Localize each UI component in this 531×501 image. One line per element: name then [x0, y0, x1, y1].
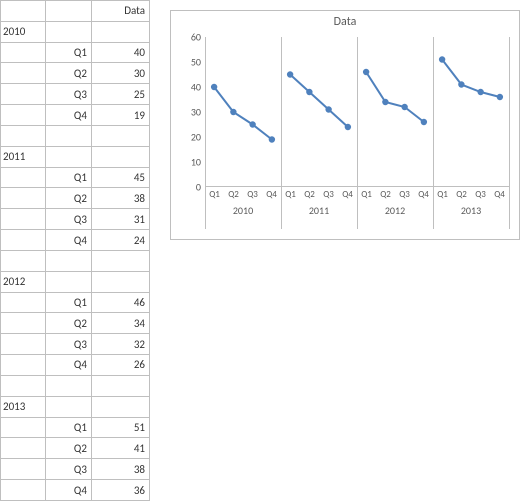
table-row: Q238: [1, 188, 150, 209]
data-marker: [345, 124, 351, 130]
table-row: 2012: [1, 271, 150, 292]
table-row: Q436: [1, 480, 150, 501]
y-tick-label: 40: [175, 81, 201, 94]
x-group-label: 2011: [281, 200, 357, 217]
data-marker: [477, 89, 483, 95]
x-tick-label: Q4: [494, 189, 505, 200]
data-marker: [401, 104, 407, 110]
table-row: Q140: [1, 42, 150, 63]
table-row: Q426: [1, 355, 150, 376]
data-marker: [269, 136, 275, 142]
x-tick-label: Q3: [323, 189, 334, 200]
data-marker: [497, 94, 503, 100]
table-row: Q419: [1, 105, 150, 126]
y-tick-label: 0: [175, 181, 201, 194]
x-group: Q1 Q2 Q3 Q42010: [205, 187, 281, 217]
data-series: [214, 87, 272, 140]
table-row: [1, 375, 150, 396]
table-row: Q145: [1, 167, 150, 188]
x-tick-label: Q2: [304, 189, 315, 200]
table-row: Q241: [1, 438, 150, 459]
x-tick-label: Q2: [228, 189, 239, 200]
x-tick-label: Q1: [285, 189, 296, 200]
table-row: Q338: [1, 459, 150, 480]
x-group-label: 2013: [433, 200, 509, 217]
x-tick-label: Q4: [418, 189, 429, 200]
series-layer: [205, 37, 509, 187]
x-group-label: 2012: [357, 200, 433, 217]
table-row: Q234: [1, 313, 150, 334]
table-row: Q230: [1, 63, 150, 84]
data-marker: [287, 71, 293, 77]
x-tick-label: Q2: [380, 189, 391, 200]
table-row: [1, 125, 150, 146]
x-tick-label: Q3: [475, 189, 486, 200]
table-row: Q424: [1, 230, 150, 251]
x-tick-label: Q2: [456, 189, 467, 200]
data-series: [290, 75, 348, 128]
table-header-row: Data: [1, 1, 150, 22]
y-tick-label: 10: [175, 156, 201, 169]
table-row: Q151: [1, 417, 150, 438]
x-group: Q1 Q2 Q3 Q42012: [357, 187, 433, 217]
table-row: Q332: [1, 334, 150, 355]
table-row: 2010: [1, 21, 150, 42]
data-table: Data2010Q140Q230Q325Q419 2011Q145Q238Q331…: [0, 0, 150, 501]
chart: Data 0102030405060Q1Q2Q3Q42010Q1Q2Q3Q420…: [170, 10, 520, 240]
table-row: Q146: [1, 292, 150, 313]
x-tick-label: Q1: [209, 189, 220, 200]
data-marker: [230, 109, 236, 115]
y-tick-label: 30: [175, 106, 201, 119]
data-series: [442, 60, 500, 98]
x-group-label: 2010: [205, 200, 281, 217]
y-tick-label: 50: [175, 56, 201, 69]
data-marker: [306, 89, 312, 95]
table-row: 2011: [1, 146, 150, 167]
data-marker: [211, 84, 217, 90]
table-row: Q331: [1, 209, 150, 230]
data-marker: [458, 81, 464, 87]
data-marker: [382, 99, 388, 105]
x-tick-label: Q3: [399, 189, 410, 200]
data-marker: [439, 56, 445, 62]
data-marker: [421, 119, 427, 125]
table-header-cell: Data: [91, 1, 149, 22]
data-series: [366, 72, 424, 122]
x-tick-label: Q4: [342, 189, 353, 200]
y-tick-label: 20: [175, 131, 201, 144]
table-row: 2013: [1, 396, 150, 417]
data-marker: [363, 69, 369, 75]
x-tick-label: Q1: [437, 189, 448, 200]
table-row: [1, 250, 150, 271]
chart-title: Data: [171, 11, 519, 33]
x-tick-label: Q1: [361, 189, 372, 200]
x-group: Q1 Q2 Q3 Q42013: [433, 187, 509, 217]
y-tick-label: 60: [175, 31, 201, 44]
x-tick-label: Q3: [247, 189, 258, 200]
x-group: Q1 Q2 Q3 Q42011: [281, 187, 357, 217]
x-tick-label: Q4: [266, 189, 277, 200]
table-row: Q325: [1, 84, 150, 105]
plot-area: 0102030405060Q1Q2Q3Q42010Q1Q2Q3Q42011Q1Q…: [205, 37, 509, 187]
data-marker: [325, 106, 331, 112]
data-marker: [249, 121, 255, 127]
